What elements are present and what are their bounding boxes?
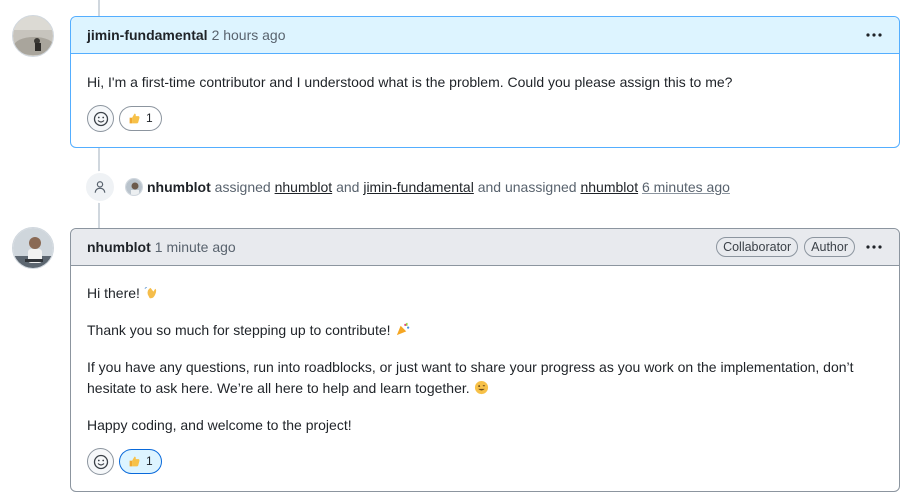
comment-author[interactable]: jimin-fundamental xyxy=(87,27,208,43)
kebab-icon[interactable] xyxy=(865,26,883,44)
reaction-count: 1 xyxy=(146,111,153,125)
event-unassigned: and unassigned xyxy=(477,179,577,195)
party-emoji xyxy=(396,322,409,336)
avatar-nhumblot-small[interactable] xyxy=(125,178,143,196)
smile-emoji xyxy=(474,380,488,395)
event-actor[interactable]: nhumblot xyxy=(147,179,211,195)
comment-paragraph: Hi there! xyxy=(87,283,883,304)
comment-timestamp[interactable]: 1 minute ago xyxy=(155,239,236,255)
comment-header-1: jimin-fundamental 2 hours ago xyxy=(71,17,899,54)
timeline-line xyxy=(98,0,100,16)
avatar-nhumblot[interactable] xyxy=(12,227,54,269)
event-assignee-1[interactable]: nhumblot xyxy=(275,179,333,195)
comment-paragraph: If you have any questions, run into road… xyxy=(87,357,883,399)
avatar-jimin[interactable] xyxy=(12,15,54,57)
comment-header-2: nhumblot 1 minute ago Collaborator Autho… xyxy=(71,229,899,266)
event-unassignee[interactable]: nhumblot xyxy=(580,179,638,195)
event-timestamp[interactable]: 6 minutes ago xyxy=(642,179,730,195)
smiley-icon xyxy=(93,111,108,126)
wave-emoji xyxy=(144,287,157,299)
comment-text: Thank you so much for stepping up to con… xyxy=(87,322,391,338)
comment-text: Hi, I'm a first-time contributor and I u… xyxy=(87,74,733,90)
comment-card-1: jimin-fundamental 2 hours ago Hi, I'm a … xyxy=(70,16,900,148)
reactions-bar: 1 xyxy=(87,105,883,132)
comment-paragraph: Thank you so much for stepping up to con… xyxy=(87,320,883,341)
comment-author[interactable]: nhumblot xyxy=(87,239,151,255)
person-icon xyxy=(84,171,116,203)
reactions-bar: 1 xyxy=(87,448,883,475)
collaborator-badge: Collaborator xyxy=(716,237,799,257)
thumbs-up-reaction[interactable]: 1 xyxy=(119,106,162,131)
event-verb: assigned xyxy=(214,179,271,195)
add-reaction-button[interactable] xyxy=(87,105,114,132)
comment-body-1: Hi, I'm a first-time contributor and I u… xyxy=(71,54,899,148)
add-reaction-button[interactable] xyxy=(87,448,114,475)
comment-body-2: Hi there! Thank you so much for stepping… xyxy=(71,266,899,491)
comment-text: Hi there! xyxy=(87,285,140,301)
smiley-icon xyxy=(93,454,108,469)
event-assignee-2[interactable]: jimin-fundamental xyxy=(363,179,474,195)
thumbs-up-icon xyxy=(129,456,140,467)
reaction-count: 1 xyxy=(146,454,153,468)
comment-timestamp[interactable]: 2 hours ago xyxy=(212,27,286,43)
thumbs-up-icon xyxy=(129,113,140,124)
comment-card-2: nhumblot 1 minute ago Collaborator Autho… xyxy=(70,228,900,492)
thumbs-up-reaction[interactable]: 1 xyxy=(119,449,162,474)
assignment-event: nhumblot assigned nhumblot and jimin-fun… xyxy=(84,171,730,203)
event-and: and xyxy=(336,179,360,195)
comment-text: Happy coding, and welcome to the project… xyxy=(87,417,352,433)
comment-text: If you have any questions, run into road… xyxy=(87,359,854,396)
author-badge: Author xyxy=(804,237,855,257)
kebab-icon[interactable] xyxy=(865,238,883,256)
